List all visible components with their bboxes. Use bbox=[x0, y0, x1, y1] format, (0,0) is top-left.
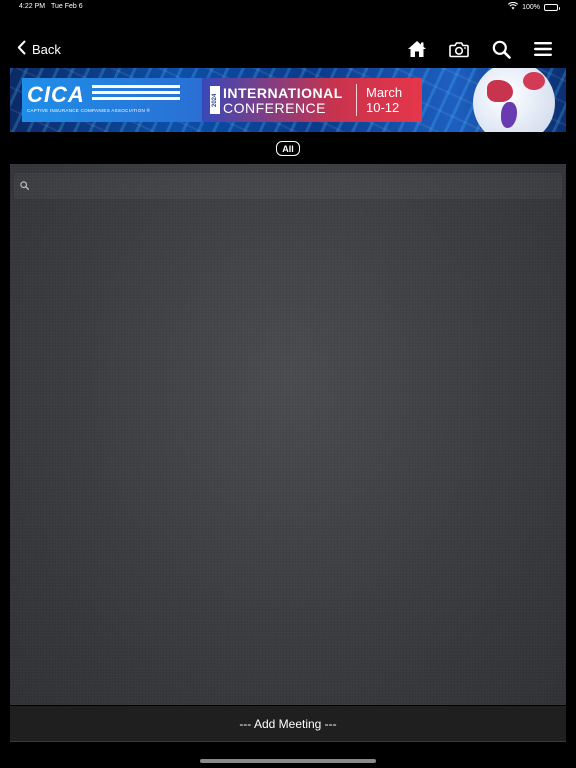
conference-date-days: 10-12 bbox=[366, 100, 400, 115]
nav-icons bbox=[406, 39, 554, 59]
conference-year: 2024 bbox=[210, 86, 220, 114]
search-small-icon bbox=[20, 177, 29, 195]
conference-title-line1: INTERNATIONAL bbox=[223, 85, 343, 101]
back-label: Back bbox=[32, 41, 61, 57]
cica-logo-text: CICA bbox=[27, 82, 85, 107]
menu-icon[interactable] bbox=[532, 39, 554, 59]
conference-date-month: March bbox=[366, 85, 403, 100]
search-input[interactable] bbox=[35, 179, 562, 193]
footer-divider bbox=[10, 741, 566, 742]
meetings-list-panel bbox=[10, 164, 566, 705]
banner-divider bbox=[356, 84, 357, 116]
status-time: 4:22 PM bbox=[19, 3, 46, 10]
battery-percent: 100% bbox=[522, 3, 540, 11]
wifi-icon bbox=[508, 1, 519, 12]
search-bar[interactable] bbox=[14, 173, 562, 199]
search-icon[interactable] bbox=[490, 39, 512, 59]
add-meeting-button[interactable]: --- Add Meeting --- bbox=[10, 706, 566, 741]
battery-icon bbox=[544, 3, 560, 11]
status-right: 100% bbox=[508, 1, 560, 12]
back-button[interactable]: Back bbox=[17, 39, 61, 59]
cica-org-name: CAPTIVE INSURANCE COMPANIES ASSOCIATION … bbox=[27, 108, 151, 113]
nav-bar: Back bbox=[0, 34, 576, 64]
cica-logo-stripes bbox=[92, 85, 180, 103]
conference-title-line2: CONFERENCE bbox=[223, 100, 327, 116]
filter-all-button[interactable]: All bbox=[276, 141, 300, 156]
home-icon[interactable] bbox=[406, 39, 428, 59]
status-bar: 4:22 PM Tue Feb 6 100% bbox=[0, 0, 576, 14]
camera-icon[interactable] bbox=[448, 39, 470, 59]
chevron-left-icon bbox=[17, 40, 26, 58]
globe-icon bbox=[473, 68, 555, 132]
home-indicator[interactable] bbox=[200, 759, 376, 763]
status-date: Tue Feb 6 bbox=[51, 3, 83, 10]
conference-banner[interactable]: CICA CAPTIVE INSURANCE COMPANIES ASSOCIA… bbox=[10, 68, 566, 132]
